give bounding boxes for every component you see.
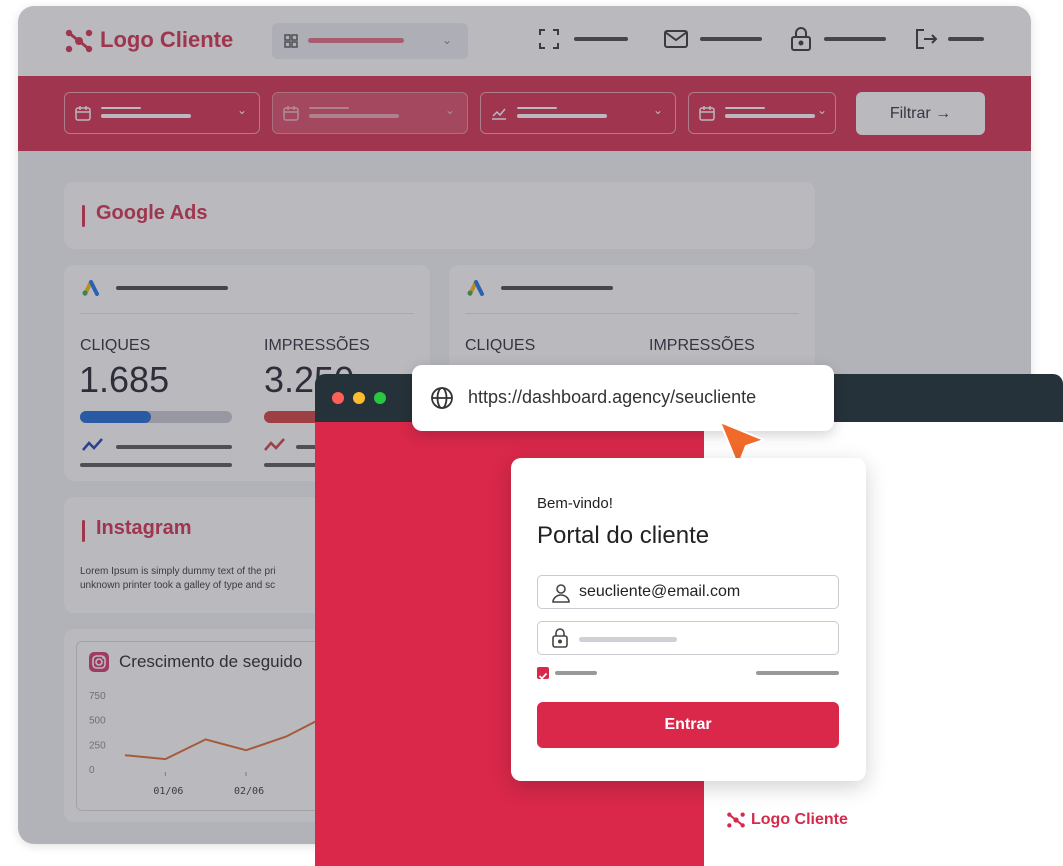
- address-bar[interactable]: https://dashboard.agency/seucliente: [412, 365, 834, 431]
- minimize-window-button[interactable]: [353, 392, 365, 404]
- login-submit-label: Entrar: [664, 716, 712, 733]
- url-text[interactable]: https://dashboard.agency/seucliente: [468, 387, 756, 408]
- login-submit-button[interactable]: Entrar: [537, 702, 839, 748]
- email-value: seucliente@email.com: [579, 583, 741, 600]
- login-title: Portal do cliente: [537, 522, 710, 549]
- footer-logo-icon: [726, 810, 746, 830]
- globe-icon: [430, 386, 454, 410]
- lock-icon: [552, 628, 568, 648]
- remember-me-label-placeholder: [555, 671, 597, 675]
- password-placeholder: [579, 637, 677, 642]
- forgot-password-link-placeholder[interactable]: [756, 671, 839, 675]
- user-icon: [552, 583, 570, 603]
- footer-logo-text: Logo Cliente: [751, 811, 848, 828]
- close-window-button[interactable]: [332, 392, 344, 404]
- password-field[interactable]: [537, 621, 839, 655]
- email-field[interactable]: seucliente@email.com: [537, 575, 839, 609]
- welcome-text: Bem-vindo!: [537, 495, 613, 512]
- maximize-window-button[interactable]: [374, 392, 386, 404]
- remember-me-checkbox[interactable]: [537, 667, 549, 680]
- login-card: Bem-vindo! Portal do cliente seucliente@…: [511, 458, 866, 781]
